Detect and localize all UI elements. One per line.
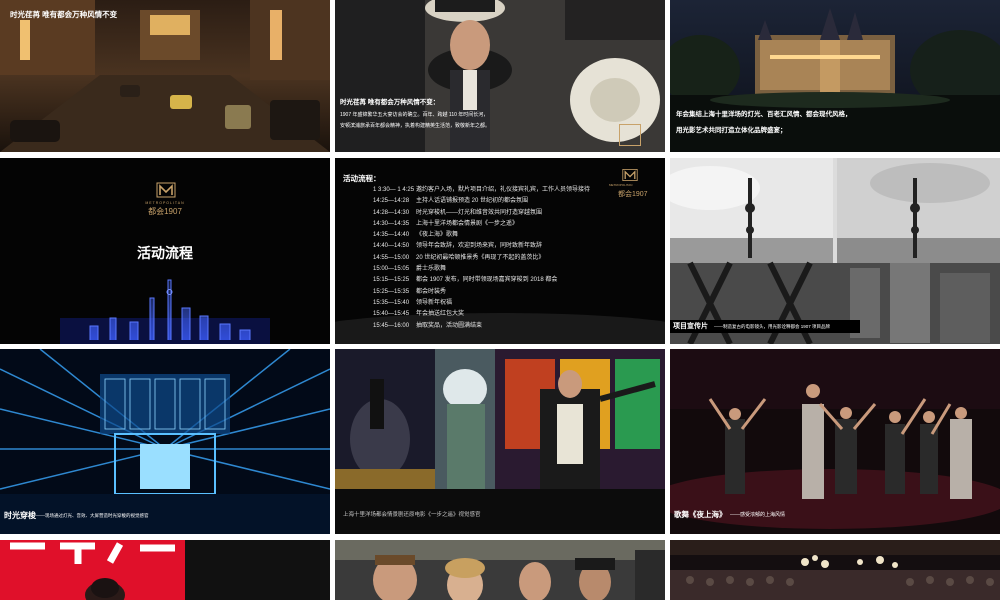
slide-title: 时光穿梭: [4, 511, 36, 520]
schedule-item: 抽取奖品，活动圆满结束: [416, 322, 483, 329]
schedule-time: 14:35—14:40: [373, 232, 410, 239]
dance-stage-photo: [670, 349, 1000, 534]
schedule-time: 1 3:30— 1 4:25: [373, 187, 415, 193]
schedule-row: 15:35—15:40 领导新年祝福: [373, 298, 590, 309]
shanghai-bw-collage: [670, 158, 1000, 344]
slide-title: 歌舞《夜上海》: [674, 510, 727, 519]
slide-night-street[interactable]: 时光荏苒 唯有都会万种风情不变: [0, 0, 330, 152]
slide-description: ——感受浓郁的上海风情: [730, 512, 786, 518]
schedule-item: 都会 1907 发布，同时带领现场嘉宾穿梭到 2018 都会: [416, 277, 558, 284]
schedule-item: 都会时装秀: [416, 288, 447, 295]
logo-icon: [622, 169, 638, 181]
stage-lights-photo: [0, 349, 330, 534]
slide-description: ——制造复古的电影镜头，用光影诠释都会 1907 项目品牌: [714, 324, 831, 329]
schedule-time: 14:40—14:50: [373, 243, 410, 250]
slide-caption: 上海十里洋场都会情景剧还原电影《一步之遥》视觉感官: [343, 512, 481, 518]
schedule-row: 15:00—15:05 爵士乐歌舞: [373, 264, 590, 275]
schedule-row: 15:25—15:35 都会时装秀: [373, 287, 590, 298]
slide-party-crowd[interactable]: [335, 540, 665, 600]
schedule-time: 14:25—14:28: [373, 198, 410, 205]
logo-icon: [156, 182, 176, 198]
schedule-row: 14:30—14:35 上海十里洋场都会情景剧《一步之遥》: [373, 219, 590, 230]
slide-title: 时光荏苒 唯有都会万种风情不变: [10, 10, 118, 19]
ballroom-photo: [670, 540, 1000, 600]
schedule-heading: 活动流程：: [343, 174, 381, 183]
schedule-time: 15:40—15:45: [373, 311, 410, 318]
night-street-photo: [0, 0, 330, 152]
slide-castle[interactable]: 年会集结上海十里洋场的灯光、百老汇风情、都会现代风格， 用光影艺术共同打造立体化…: [670, 0, 1000, 152]
schedule-row: 15:15—15:25 都会 1907 发布，同时带领现场嘉宾穿梭到 2018 都…: [373, 275, 590, 286]
red-banner-photo: [0, 540, 330, 600]
schedule-item: 邀约客户入场，默片项目介绍，礼仪接宾礼宾，工作人员领导接待: [416, 187, 591, 193]
slide-agenda-schedule[interactable]: 活动流程： METROPOLITAN 都会1907 1 3:30— 1 4:25…: [335, 158, 665, 344]
schedule-time: 15:45—16:00: [373, 322, 410, 329]
slide-line-1: 年会集结上海十里洋场的灯光、百老汇风情、都会现代风格，: [676, 111, 852, 118]
slide-title: 时光荏苒 唯有都会万种风情不变：: [340, 99, 440, 106]
schedule-row: 14:35—14:40 《夜上海》歌舞: [373, 230, 590, 241]
slide-line-1: 1907 年盛锦繁华五大宴访会的确立。百年、跨越 110 年时间长河，: [340, 112, 489, 118]
schedule-list: 1 3:30— 1 4:25 邀约客户入场，默片项目介绍，礼仪接宾礼宾，工作人员领…: [373, 185, 590, 332]
schedule-item: 主持人话语铺报预造 20 世纪初的都会氛围: [416, 198, 529, 205]
slide-line-2: 安顿滨浦旅承百年都会精神，执着构建精英生活范，致敬新年之都。: [340, 123, 491, 129]
party-crowd-photo: [335, 540, 665, 600]
slide-description: ——现场通过灯光、音效、大屏营造时光穿梭的视觉感官: [36, 513, 149, 518]
schedule-item: 时光穿梭机——灯光和维音效共同打造穿越氛围: [416, 209, 543, 216]
schedule-time: 14:55—15:00: [373, 254, 410, 261]
schedule-item: 领导年会致辞，欢迎到场来宾，同时致新年致辞: [416, 243, 543, 250]
skyline-icon: [60, 279, 270, 344]
schedule-time: 15:15—15:25: [373, 277, 410, 284]
schedule-row: 15:40—15:45 年会抽送红包大奖: [373, 309, 590, 320]
schedule-item: 上海十里洋场都会情景剧《一步之遥》: [416, 220, 519, 227]
schedule-row: 14:40—14:50 领导年会致辞，欢迎到场来宾，同时致新年致辞: [373, 241, 590, 252]
schedule-time: 15:25—15:35: [373, 288, 410, 295]
logo-text: 都会1907: [148, 207, 182, 216]
logo-subtitle: METROPOLITAN: [609, 183, 633, 187]
slide-agenda-cover[interactable]: METROPOLITAN 都会1907 活动流程: [0, 158, 330, 344]
schedule-row: 14:55—15:00 20 世纪初最哈顿推景秀《再现了不起的盖茨比》: [373, 253, 590, 264]
schedule-item: 20 世纪初最哈顿推景秀《再现了不起的盖茨比》: [416, 254, 545, 261]
schedule-time: 15:00—15:05: [373, 266, 410, 273]
schedule-time: 14:28—14:30: [373, 209, 410, 216]
slide-title: 项目宣传片: [673, 323, 708, 330]
page-title: 活动流程: [137, 245, 193, 261]
movie-collage: [335, 349, 665, 534]
schedule-row: 1 3:30— 1 4:25 邀约客户入场，默片项目介绍，礼仪接宾礼宾，工作人员领…: [373, 185, 590, 196]
schedule-item: 爵士乐歌舞: [416, 266, 447, 273]
schedule-row: 14:28—14:30 时光穿梭机——灯光和维音效共同打造穿越氛围: [373, 208, 590, 219]
schedule-item: 《夜上海》歌舞: [416, 232, 459, 239]
schedule-row: 15:45—16:00 抽取奖品，活动圆满结束: [373, 321, 590, 332]
slide-night-shanghai[interactable]: 歌舞《夜上海》 ——感受浓郁的上海风情: [670, 349, 1000, 534]
slide-promo-video[interactable]: 项目宣传片 ——制造复古的电影镜头，用光影诠释都会 1907 项目品牌: [670, 158, 1000, 344]
schedule-item: 领导新年祝福: [416, 299, 453, 306]
schedule-row: 14:25—14:28 主持人话语铺报预造 20 世纪初的都会氛围: [373, 196, 590, 207]
slide-ballroom[interactable]: [670, 540, 1000, 600]
schedule-time: 14:30—14:35: [373, 220, 410, 227]
schedule-item: 年会抽送红包大奖: [416, 311, 465, 318]
slide-gatsby[interactable]: 时光荏苒 唯有都会万种风情不变： 1907 年盛锦繁华五大宴访会的确立。百年、跨…: [335, 0, 665, 152]
logo-icon: [619, 124, 641, 146]
slide-line-2: 用光影艺术共同打造立体化品牌盛宴；: [676, 127, 787, 134]
slide-red-banner[interactable]: [0, 540, 330, 600]
slide-time-travel[interactable]: 时光穿梭 ——现场通过灯光、音效、大屏营造时光穿梭的视觉感官: [0, 349, 330, 534]
schedule-time: 15:35—15:40: [373, 299, 410, 306]
slide-one-step-away[interactable]: 上海十里洋场都会情景剧还原电影《一步之遥》视觉感官: [335, 349, 665, 534]
logo-text: 都会1907: [618, 191, 648, 198]
